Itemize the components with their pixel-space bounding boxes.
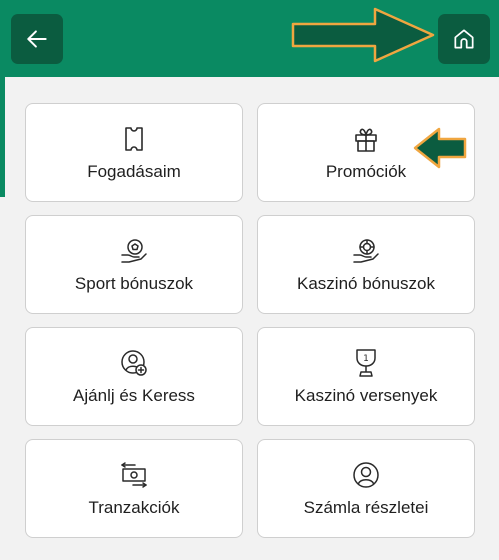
back-button[interactable] <box>11 14 63 64</box>
menu-item-kaszino-versenyek[interactable]: 1 Kaszinó versenyek <box>257 327 475 426</box>
menu-item-label: Tranzakciók <box>88 498 180 517</box>
menu-item-kaszino-bonuszok[interactable]: Kaszinó bónuszok <box>257 215 475 314</box>
menu-item-label: Számla részletei <box>303 498 429 517</box>
menu-item-fogadasaim[interactable]: Fogadásaim <box>25 103 243 202</box>
annotation-arrow-promociok <box>413 127 467 169</box>
menu-item-tranzakciok[interactable]: Tranzakciók <box>25 439 243 538</box>
svg-text:1: 1 <box>363 354 369 364</box>
user-plus-icon <box>121 350 147 376</box>
gift-icon <box>355 128 377 152</box>
menu-item-ajanlj-es-keress[interactable]: Ajánlj és Keress <box>25 327 243 426</box>
menu-item-szamla-reszletei[interactable]: Számla részletei <box>257 439 475 538</box>
side-accent <box>0 77 5 197</box>
ticket-icon <box>125 127 143 151</box>
home-button[interactable] <box>438 14 490 64</box>
account-icon <box>353 462 379 488</box>
arrow-left-icon <box>27 30 47 48</box>
trophy-icon: 1 <box>356 349 376 377</box>
annotation-arrow-home <box>291 7 435 63</box>
hand-chip-icon <box>353 239 379 263</box>
menu-item-sport-bonuszok[interactable]: Sport bónuszok <box>25 215 243 314</box>
home-icon <box>454 29 474 49</box>
hand-ball-icon <box>121 239 147 263</box>
menu-item-label: Sport bónuszok <box>74 274 194 293</box>
menu-item-label: Fogadásaim <box>87 162 181 181</box>
banknote-transfer-icon <box>121 462 147 488</box>
menu-item-label: Ajánlj és Keress <box>73 386 195 405</box>
menu-item-label: Kaszinó bónuszok <box>297 274 435 293</box>
menu-item-label: Kaszinó versenyek <box>294 386 438 405</box>
